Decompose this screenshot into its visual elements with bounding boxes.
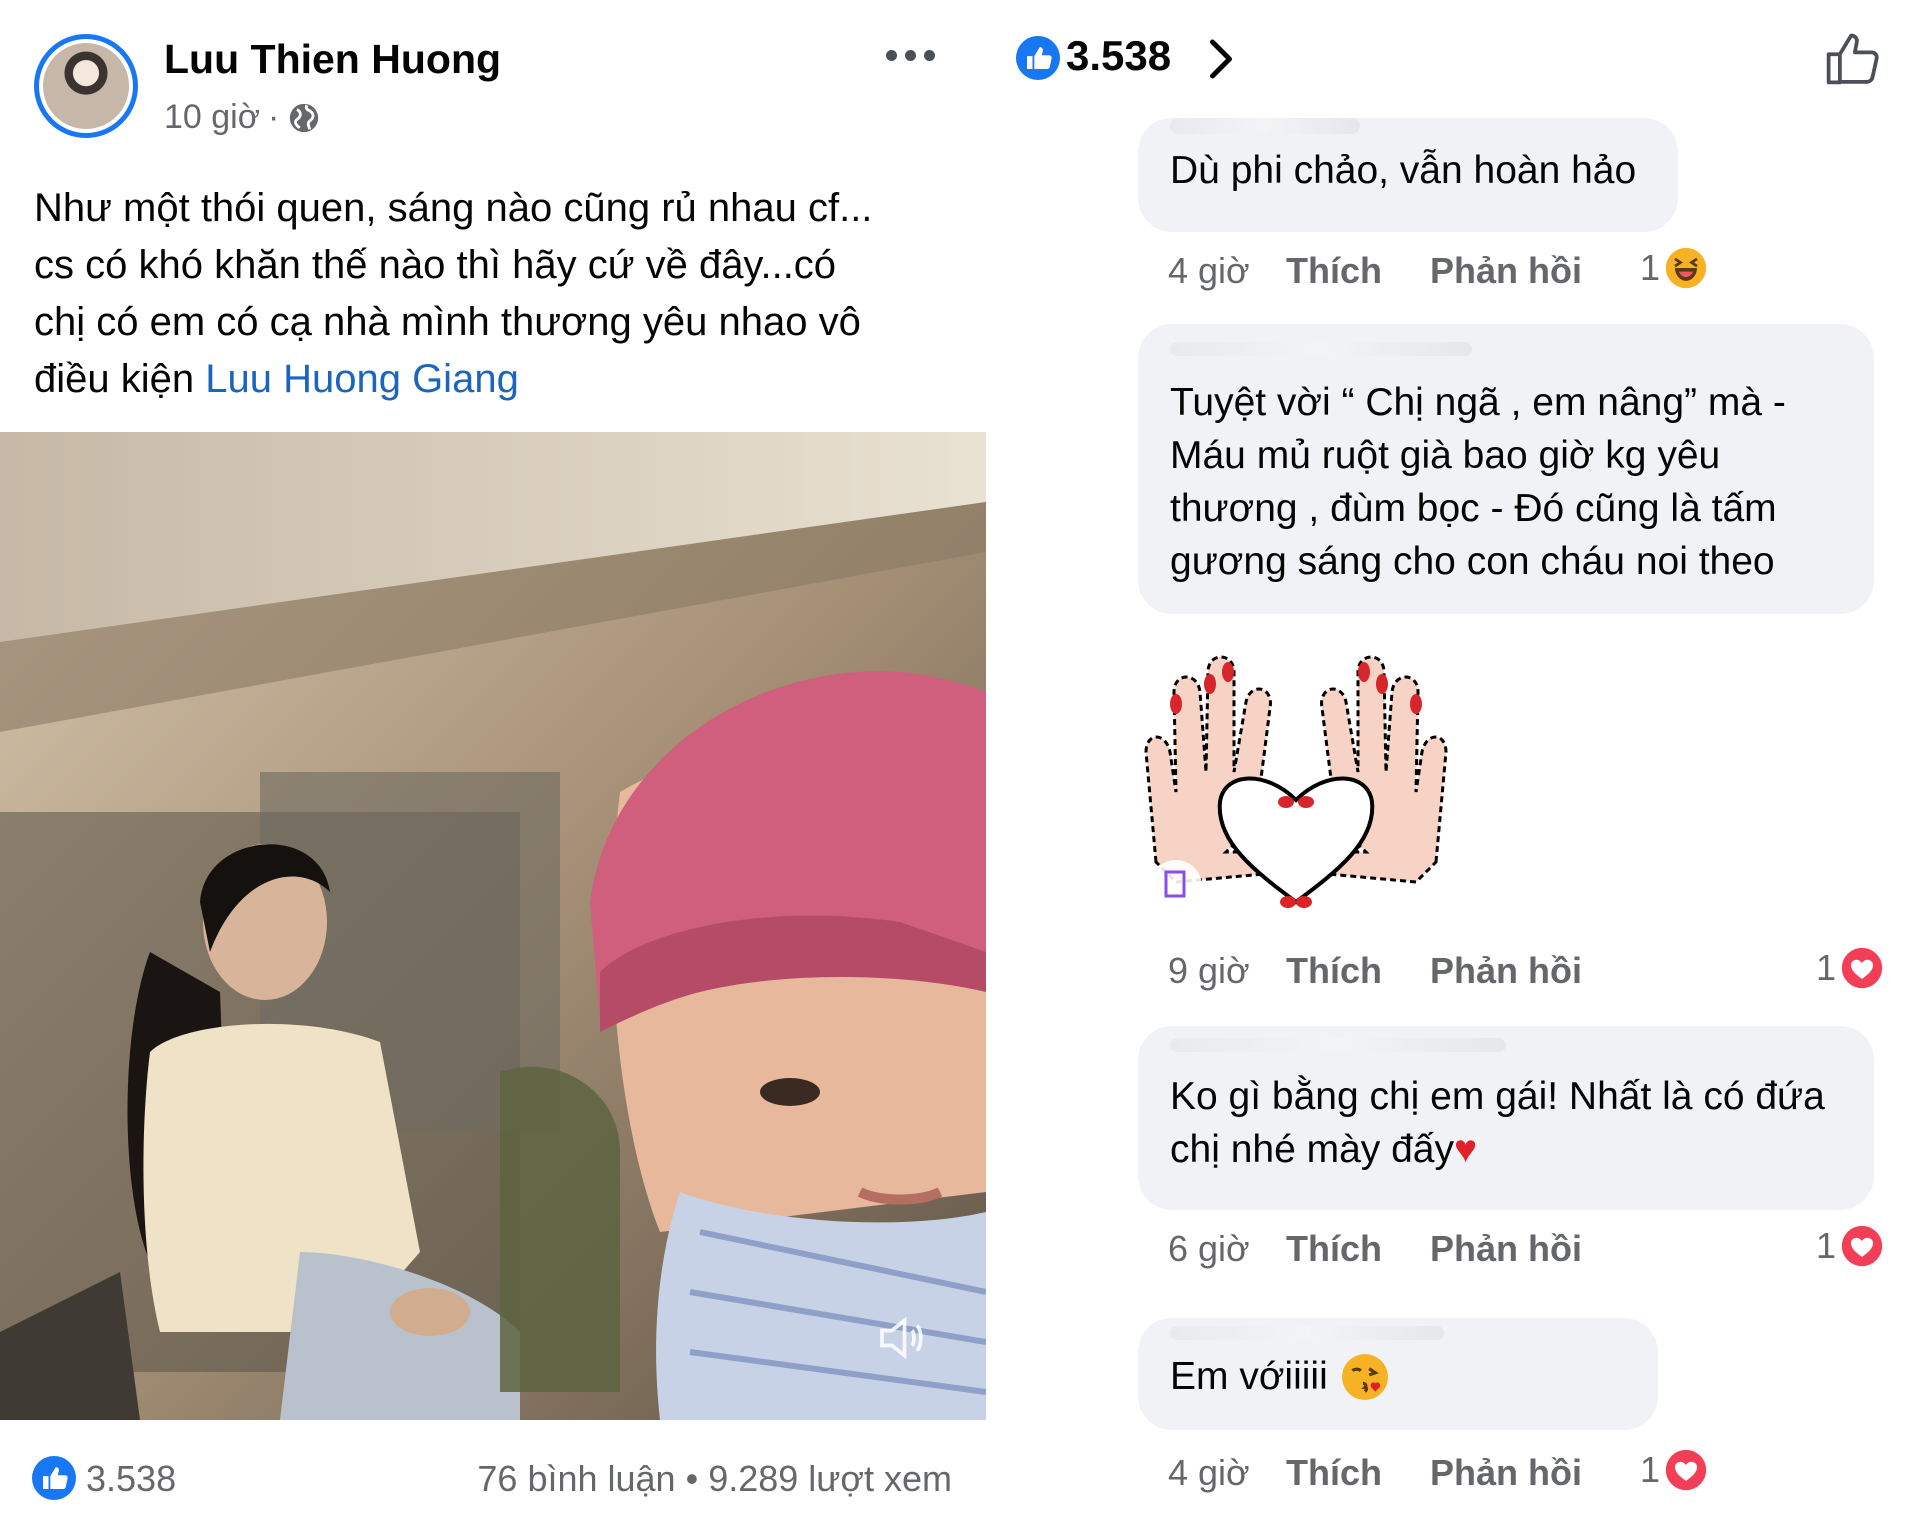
comment-like-button[interactable]: Thích: [1286, 250, 1382, 292]
comment-time[interactable]: 9 giờ: [1168, 950, 1250, 992]
comment-author-redacted: [1170, 118, 1361, 134]
comment-like-button[interactable]: Thích: [1286, 1228, 1382, 1270]
comment-reactions[interactable]: 1: [1640, 246, 1708, 290]
love-icon: [1665, 1449, 1707, 1491]
post-video[interactable]: [0, 432, 986, 1420]
comment-reply-button[interactable]: Phản hồi: [1430, 1452, 1582, 1494]
love-icon: [1841, 947, 1883, 989]
comment-time[interactable]: 6 giờ: [1168, 1228, 1250, 1270]
haha-icon: [1665, 247, 1707, 289]
comment-like-button[interactable]: Thích: [1286, 950, 1382, 992]
comment-reply-button[interactable]: Phản hồi: [1430, 250, 1582, 292]
post-text-line: Như một thói quen, sáng nào cũng rủ nhau…: [34, 186, 873, 230]
reaction-count: 1: [1816, 947, 1837, 988]
post-text: Như một thói quen, sáng nào cũng rủ nhau…: [34, 180, 964, 408]
post-text-line: chị có em có cạ nhà mình thương yêu nhao…: [34, 300, 861, 344]
comment-author-redacted: [1170, 1326, 1444, 1340]
heart-hands-sticker[interactable]: [1136, 632, 1456, 932]
chevron-right-icon[interactable]: [1204, 36, 1238, 82]
comment-bubble: Tuyệt vời “ Chị ngã , em nâng” mà - Máu …: [1138, 324, 1874, 614]
sound-icon[interactable]: [872, 1308, 932, 1368]
reactions-header: 3.538: [986, 0, 1920, 112]
like-reaction-icon[interactable]: [32, 1456, 76, 1500]
comment-text: Dù phi chảo, vẫn hoàn hảo: [1170, 149, 1637, 192]
post-text-line: điều kiện Luu Huong Giang: [34, 357, 519, 401]
comment-reactions[interactable]: 1: [1640, 1448, 1708, 1492]
comment-reactions[interactable]: 1: [1816, 1224, 1884, 1268]
post-footer: 3.538 76 bình luận • 9.289 lượt xem: [0, 1420, 986, 1536]
kiss-emoji-icon: [1341, 1353, 1388, 1400]
comment-bubble: Ko gì bằng chị em gái! Nhất là có đứa ch…: [1138, 1026, 1874, 1210]
more-options-icon[interactable]: [886, 42, 936, 68]
like-count[interactable]: 3.538: [86, 1458, 176, 1500]
comment-text: Em vớiiiii: [1170, 1350, 1626, 1403]
post-meta: 10 giờ ·: [164, 98, 321, 137]
mention-link[interactable]: Luu Huong Giang: [205, 357, 519, 401]
reaction-count: 1: [1640, 1449, 1661, 1490]
heart-emoji: ♥: [1454, 1128, 1478, 1171]
avatar[interactable]: [34, 34, 138, 138]
post-time[interactable]: 10 giờ: [164, 98, 260, 137]
comment-reactions[interactable]: 1: [1816, 946, 1884, 990]
avatar-image: [43, 43, 129, 129]
post-author-name[interactable]: Luu Thien Huong: [164, 36, 501, 83]
comment-time[interactable]: 4 giờ: [1168, 250, 1250, 292]
comment-reply-button[interactable]: Phản hồi: [1430, 950, 1582, 992]
comment-reply-button[interactable]: Phản hồi: [1430, 1228, 1582, 1270]
comments-panel: 3.538 Dù phi chảo, vẫn hoàn hảo 4 giờ Th…: [986, 0, 1920, 1536]
reaction-count: 1: [1640, 247, 1661, 288]
comment-text: Ko gì bằng chị em gái! Nhất là có đứa ch…: [1170, 1075, 1825, 1171]
post-card: Luu Thien Huong 10 giờ · Như một thói qu…: [0, 0, 986, 1536]
love-icon: [1841, 1225, 1883, 1267]
post-stats[interactable]: 76 bình luận • 9.289 lượt xem: [477, 1458, 952, 1500]
comment-text: Tuyệt vời “ Chị ngã , em nâng” mà - Máu …: [1170, 381, 1786, 583]
comment-like-button[interactable]: Thích: [1286, 1452, 1382, 1494]
comment-time[interactable]: 4 giờ: [1168, 1452, 1250, 1494]
like-reaction-icon: [1016, 36, 1060, 80]
reaction-total[interactable]: 3.538: [1066, 32, 1171, 80]
comment-bubble: Dù phi chảo, vẫn hoàn hảo: [1138, 118, 1678, 232]
meta-separator: ·: [268, 98, 280, 136]
comment-author-redacted: [1170, 1038, 1506, 1052]
comment-bubble: Em vớiiiii: [1138, 1318, 1658, 1430]
post-text-line: cs có khó khăn thế nào thì hãy cứ về đây…: [34, 243, 837, 287]
comment-author-redacted: [1170, 342, 1473, 356]
reaction-count: 1: [1816, 1225, 1837, 1266]
thumb-up-icon[interactable]: [1822, 28, 1884, 88]
globe-icon: [290, 103, 319, 132]
